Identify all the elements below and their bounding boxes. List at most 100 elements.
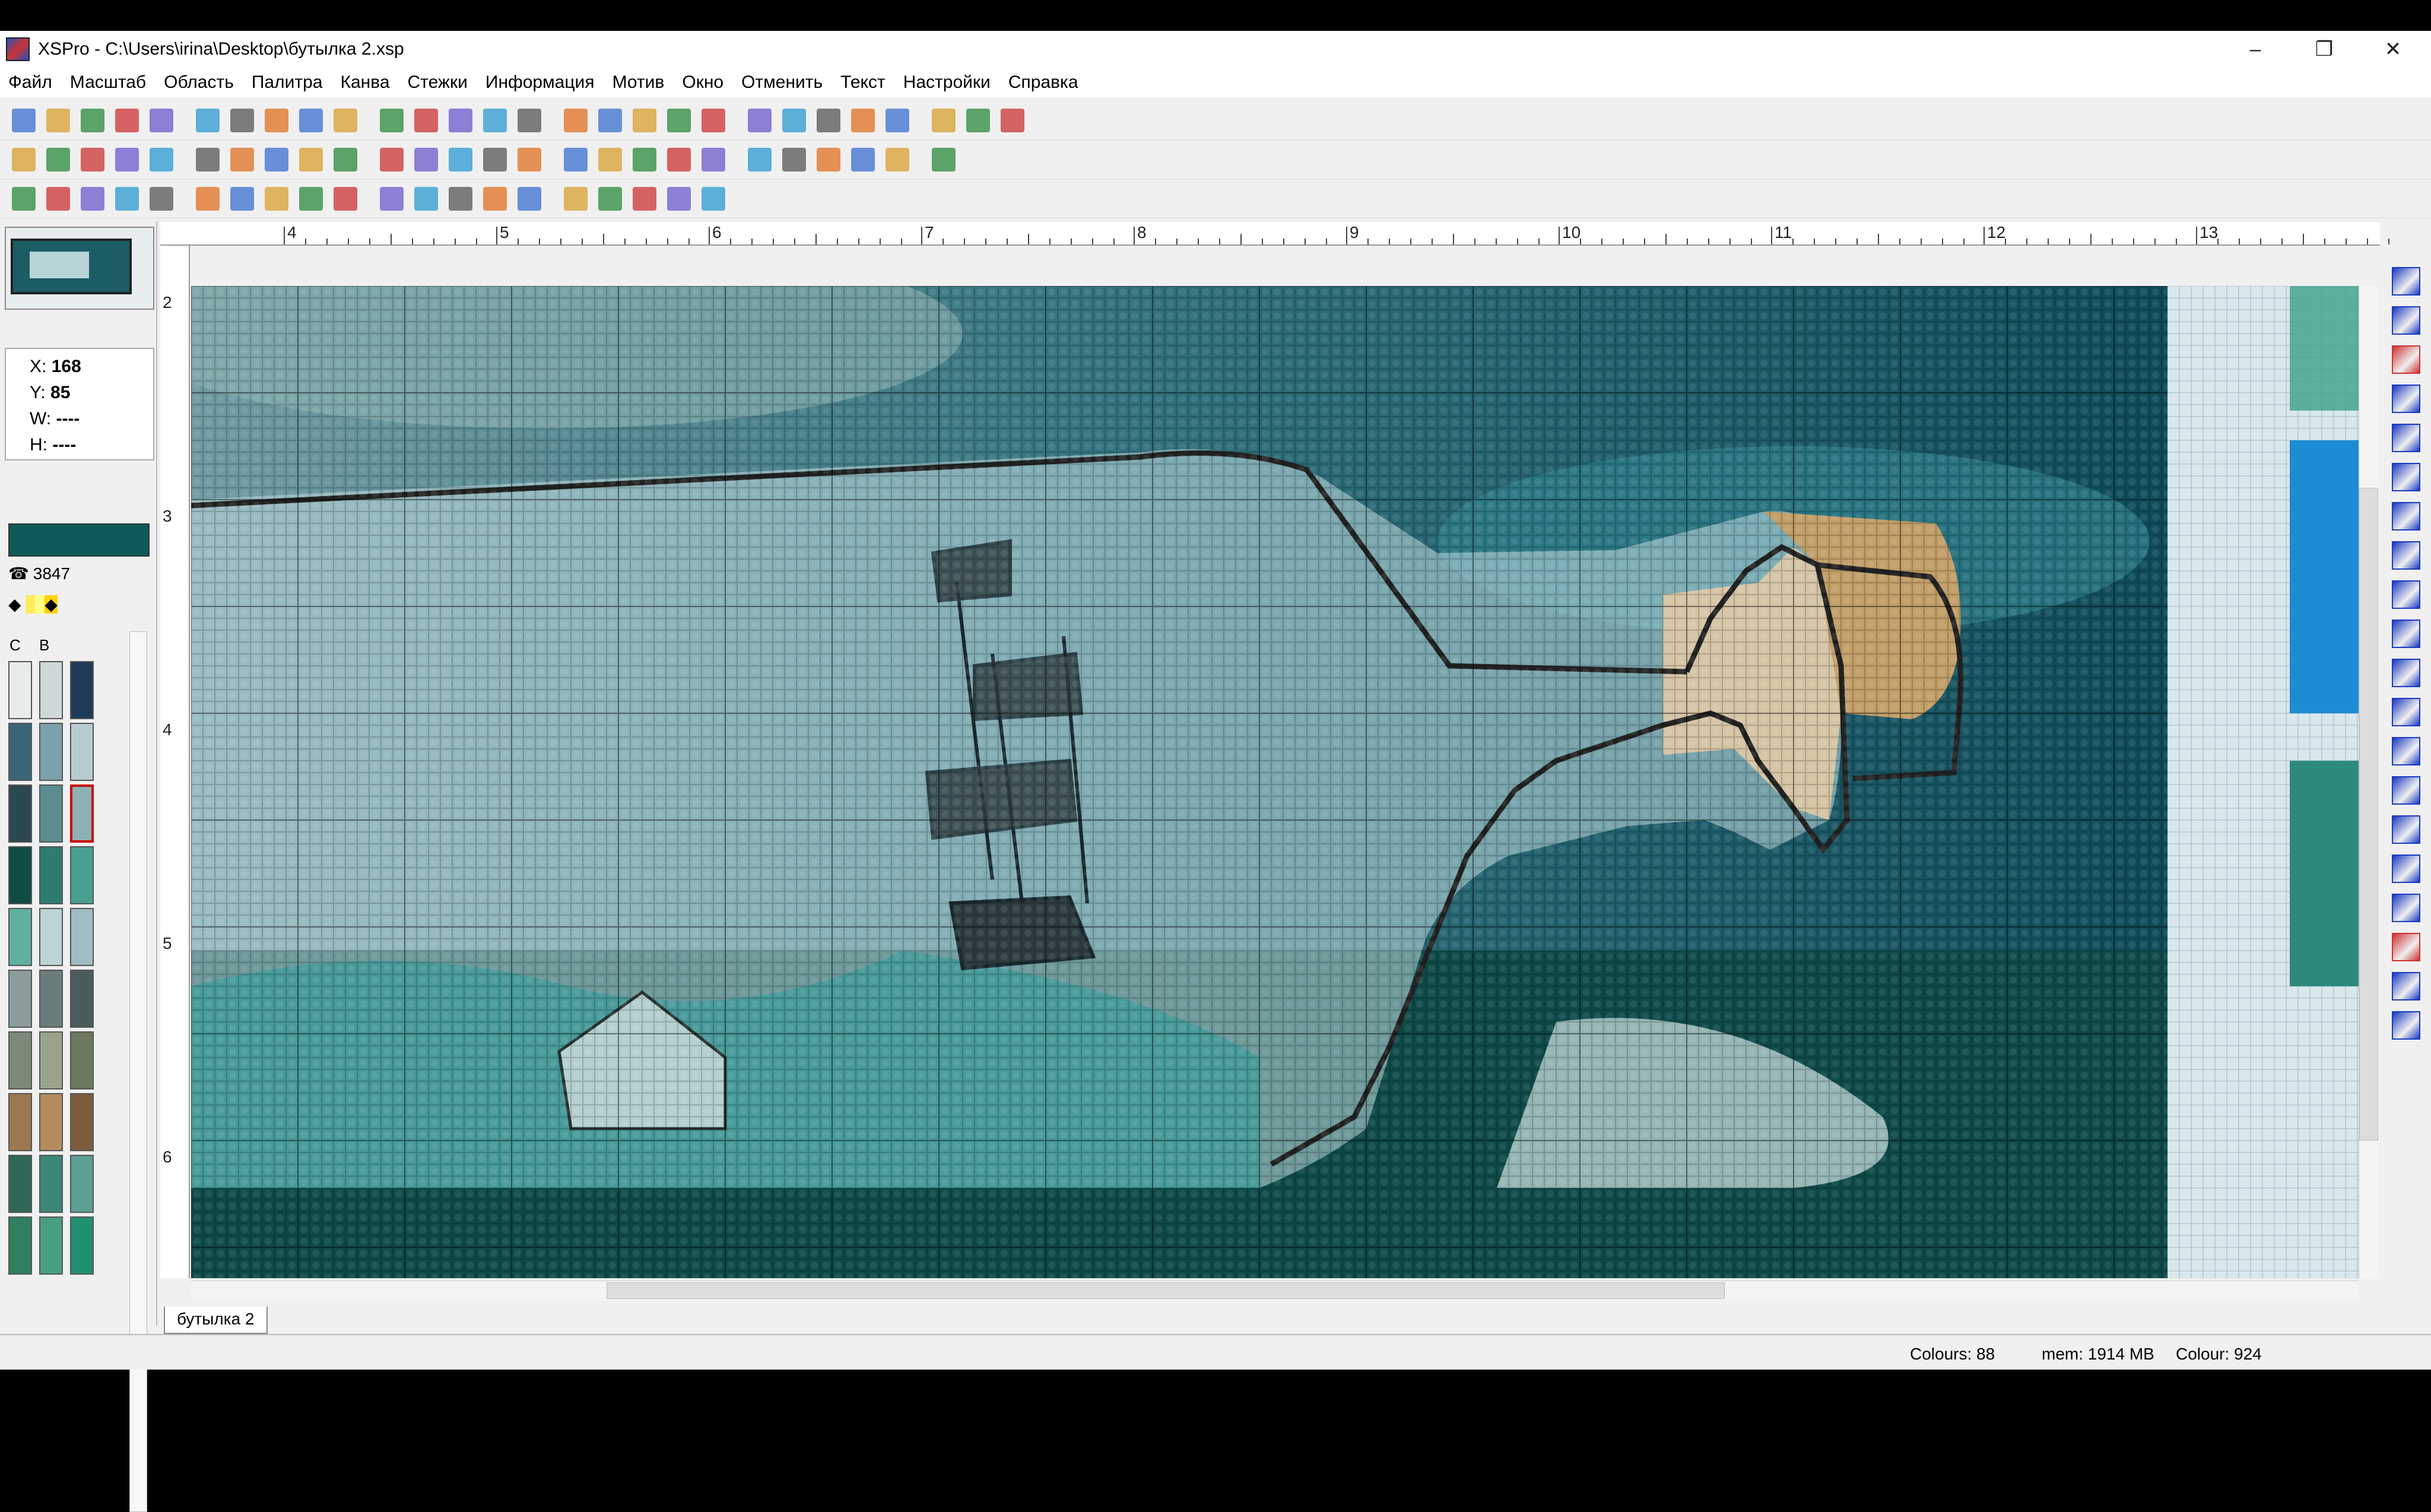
toolbar-tool-2-24-icon[interactable] xyxy=(851,148,875,171)
menu-text[interactable]: Текст xyxy=(840,72,886,93)
stitch-type-16-icon[interactable] xyxy=(2392,855,2420,883)
diamond-gold-icon[interactable]: ◆ xyxy=(45,595,58,614)
toolbar-tool-1-22-icon[interactable] xyxy=(782,109,806,132)
toolbar-tool-2-10-icon[interactable] xyxy=(334,148,357,171)
palette-swatch[interactable] xyxy=(39,1093,63,1151)
stitch-type-18-icon[interactable] xyxy=(2392,933,2420,961)
palette-swatch[interactable] xyxy=(70,970,94,1028)
toolbar-tool-3-18-icon[interactable] xyxy=(633,187,656,211)
menu-zoom[interactable]: Масштаб xyxy=(70,72,146,93)
stitch-type-2-icon[interactable] xyxy=(2392,306,2420,335)
toolbar-tool-2-17-icon[interactable] xyxy=(598,148,622,171)
menu-info[interactable]: Информация xyxy=(485,72,595,93)
palette-swatch[interactable] xyxy=(39,723,63,781)
toolbar-tool-2-8-icon[interactable] xyxy=(265,148,288,171)
stitch-type-4-icon[interactable] xyxy=(2392,385,2420,413)
toolbar-tool-2-4-icon[interactable] xyxy=(115,148,139,171)
toolbar-tool-2-18-icon[interactable] xyxy=(633,148,656,171)
stitch-type-12-icon[interactable] xyxy=(2392,698,2420,726)
toolbar-tool-3-11-icon[interactable] xyxy=(380,187,404,211)
overview-thumbnail[interactable] xyxy=(5,227,154,310)
toolbar-tool-2-23-icon[interactable] xyxy=(817,148,840,171)
stitch-type-5-icon[interactable] xyxy=(2392,424,2420,452)
toolbar-tool-3-12-icon[interactable] xyxy=(414,187,438,211)
toolbar-tool-1-25-icon[interactable] xyxy=(886,109,909,132)
toolbar-tool-1-23-icon[interactable] xyxy=(817,109,840,132)
toolbar-tool-3-19-icon[interactable] xyxy=(667,187,691,211)
current-color-swatch[interactable] xyxy=(8,523,150,557)
stitch-type-3-icon[interactable] xyxy=(2392,345,2420,374)
palette-swatch[interactable] xyxy=(8,846,32,904)
toolbar-tool-2-9-icon[interactable] xyxy=(299,148,323,171)
palette-swatch[interactable] xyxy=(70,1155,94,1213)
vertical-scroll-thumb[interactable] xyxy=(2359,488,2378,1141)
toolbar-tool-3-3-icon[interactable] xyxy=(81,187,104,211)
toolbar-tool-2-26-icon[interactable] xyxy=(932,148,956,171)
toolbar-tool-1-10-icon[interactable] xyxy=(334,109,357,132)
toolbar-tool-3-4-icon[interactable] xyxy=(115,187,139,211)
toolbar-tool-1-14-icon[interactable] xyxy=(483,109,507,132)
palette-swatch[interactable] xyxy=(39,846,63,904)
pattern-canvas[interactable] xyxy=(191,286,2167,1278)
menu-motif[interactable]: Мотив xyxy=(612,72,665,93)
stitch-type-14-icon[interactable] xyxy=(2392,776,2420,805)
palette-scrollbar[interactable] xyxy=(129,631,147,1512)
toolbar-tool-2-1-icon[interactable] xyxy=(12,148,36,171)
toolbar-tool-1-3-icon[interactable] xyxy=(81,109,104,132)
toolbar-tool-1-5-icon[interactable] xyxy=(150,109,173,132)
toolbar-tool-1-18-icon[interactable] xyxy=(633,109,656,132)
toolbar-tool-1-13-icon[interactable] xyxy=(449,109,472,132)
light-yellow-swatch[interactable] xyxy=(35,595,45,614)
toolbar-tool-1-15-icon[interactable] xyxy=(518,109,541,132)
menu-undo[interactable]: Отменить xyxy=(741,72,823,93)
palette-swatch[interactable] xyxy=(39,908,63,966)
toolbar-tool-1-11-icon[interactable] xyxy=(380,109,404,132)
restore-button[interactable]: ❐ xyxy=(2290,31,2359,68)
menu-stitches[interactable]: Стежки xyxy=(408,72,468,93)
toolbar-tool-2-15-icon[interactable] xyxy=(518,148,541,171)
toolbar-tool-2-5-icon[interactable] xyxy=(150,148,173,171)
toolbar-tool-1-6-icon[interactable] xyxy=(196,109,220,132)
toolbar-tool-2-25-icon[interactable] xyxy=(886,148,909,171)
toolbar-tool-1-1-icon[interactable] xyxy=(12,109,36,132)
stitch-type-8-icon[interactable] xyxy=(2392,541,2420,570)
stitch-type-9-icon[interactable] xyxy=(2392,580,2420,609)
toolbar-tool-1-12-icon[interactable] xyxy=(414,109,438,132)
stitch-type-6-icon[interactable] xyxy=(2392,463,2420,491)
palette-swatch[interactable] xyxy=(8,784,32,843)
palette-swatch[interactable] xyxy=(70,661,94,719)
minimize-button[interactable]: – xyxy=(2221,31,2290,68)
toolbar-tool-1-26-icon[interactable] xyxy=(932,109,956,132)
palette-swatch[interactable] xyxy=(70,784,94,843)
palette-swatch[interactable] xyxy=(39,1216,63,1275)
menu-palette[interactable]: Палитра xyxy=(252,72,323,93)
document-tab[interactable]: бутылка 2 xyxy=(164,1307,268,1334)
toolbar-tool-3-2-icon[interactable] xyxy=(46,187,70,211)
close-button[interactable]: ✕ xyxy=(2359,31,2427,68)
yellow-swatch[interactable] xyxy=(26,595,36,614)
stitch-type-17-icon[interactable] xyxy=(2392,894,2420,922)
toolbar-tool-1-16-icon[interactable] xyxy=(564,109,588,132)
toolbar-tool-3-15-icon[interactable] xyxy=(518,187,541,211)
palette-tab-b[interactable]: B xyxy=(39,636,49,655)
toolbar-tool-1-19-icon[interactable] xyxy=(667,109,691,132)
palette-swatch[interactable] xyxy=(8,908,32,966)
menu-settings[interactable]: Настройки xyxy=(903,72,991,93)
toolbar-tool-2-11-icon[interactable] xyxy=(380,148,404,171)
toolbar-tool-3-16-icon[interactable] xyxy=(564,187,588,211)
toolbar-tool-2-22-icon[interactable] xyxy=(782,148,806,171)
toolbar-tool-1-2-icon[interactable] xyxy=(46,109,70,132)
toolbar-tool-3-9-icon[interactable] xyxy=(299,187,323,211)
toolbar-tool-2-3-icon[interactable] xyxy=(81,148,104,171)
toolbar-tool-3-7-icon[interactable] xyxy=(230,187,254,211)
menu-window[interactable]: Окно xyxy=(682,72,723,93)
diamond-icon[interactable]: ◆ xyxy=(8,595,21,614)
toolbar-tool-1-17-icon[interactable] xyxy=(598,109,622,132)
toolbar-tool-2-12-icon[interactable] xyxy=(414,148,438,171)
palette-swatch[interactable] xyxy=(8,723,32,781)
palette-swatch[interactable] xyxy=(70,1216,94,1275)
menu-area[interactable]: Область xyxy=(164,72,234,93)
menu-canvas[interactable]: Канва xyxy=(340,72,389,93)
toolbar-tool-1-4-icon[interactable] xyxy=(115,109,139,132)
palette-swatch[interactable] xyxy=(8,1031,32,1089)
